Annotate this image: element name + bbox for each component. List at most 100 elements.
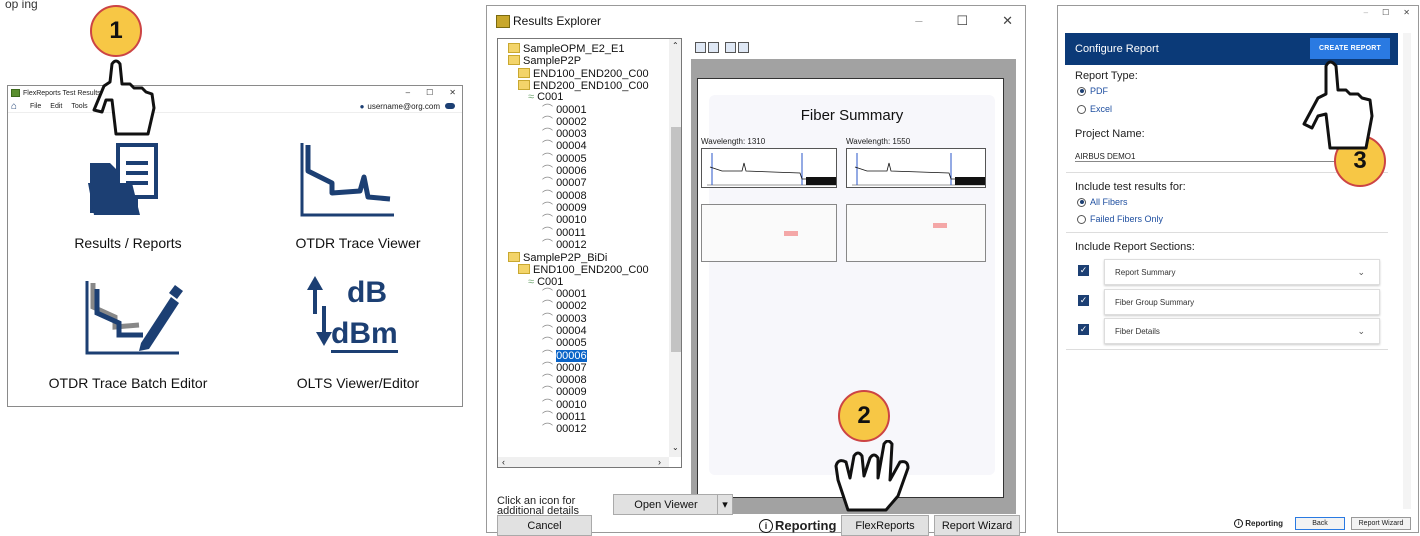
- open-viewer-button[interactable]: Open Viewer: [613, 494, 719, 515]
- tree-item[interactable]: ≈ C001: [528, 275, 564, 288]
- report-wizard-button[interactable]: Report Wizard: [1351, 516, 1411, 530]
- tree-item[interactable]: ⌒ 00012: [542, 239, 587, 251]
- tree-item[interactable]: ⌒ 00009: [542, 387, 587, 398]
- fit-width-icon[interactable]: [738, 42, 749, 53]
- maximize-button[interactable]: ☐: [426, 88, 433, 97]
- bottom-bar: i Reporting Back Report Wizard: [1066, 515, 1411, 531]
- checkbox-fiber-group-summary[interactable]: ✓: [1078, 295, 1089, 306]
- tile-otdr-trace-viewer[interactable]: OTDR Trace Viewer: [263, 131, 453, 261]
- results-tree[interactable]: ⌃ ⌄ ‹ › SampleOPM_E2_E1 SampleP2P END100_E…: [497, 38, 682, 468]
- minimize-button[interactable]: –: [406, 88, 410, 97]
- report-type-pdf[interactable]: PDF: [1077, 86, 1108, 96]
- tree-item-label: 00012: [556, 423, 587, 436]
- menu-file[interactable]: File: [30, 103, 41, 110]
- scroll-right-icon[interactable]: ›: [658, 457, 661, 467]
- close-button[interactable]: ✕: [449, 88, 456, 97]
- report-type-excel[interactable]: Excel: [1077, 104, 1112, 114]
- close-button[interactable]: ✕: [1002, 13, 1013, 29]
- trace-icon: ⌒: [542, 300, 557, 313]
- maximize-button[interactable]: ☐: [956, 13, 968, 29]
- open-viewer-dropdown[interactable]: ▾: [717, 494, 733, 515]
- tree-item-label: 00002: [556, 300, 587, 313]
- back-button[interactable]: Back: [1295, 516, 1345, 530]
- tile-results-reports[interactable]: Results / Reports: [33, 131, 223, 261]
- tree-item[interactable]: ⌒ 00008: [542, 375, 587, 386]
- tree-item[interactable]: ⌒ 00007: [542, 362, 587, 374]
- right-scrollbar[interactable]: [1403, 33, 1411, 509]
- section-fiber-details[interactable]: Fiber Details ⌄: [1104, 318, 1380, 344]
- section-report-summary[interactable]: Report Summary ⌄: [1104, 259, 1380, 285]
- tree-item[interactable]: END100_END200_C00: [518, 264, 649, 276]
- tree-item-label: 00011: [556, 411, 586, 423]
- tree-horizontal-scrollbar[interactable]: ‹ ›: [498, 457, 669, 467]
- tree-item[interactable]: END200_END100_C00: [518, 79, 649, 91]
- chevron-down-icon[interactable]: ⌄: [1357, 267, 1365, 278]
- tree-item[interactable]: ≈ C001: [528, 92, 563, 103]
- tree-item[interactable]: ⌒ 00001: [542, 104, 587, 116]
- include-failed-fibers[interactable]: Failed Fibers Only: [1077, 214, 1163, 224]
- user-account[interactable]: ● username@org.com: [360, 102, 440, 111]
- minimize-button[interactable]: –: [1364, 8, 1368, 17]
- tree-vertical-scrollbar[interactable]: ⌃ ⌄: [669, 39, 681, 457]
- project-name-value: AIRBUS DEMO1: [1075, 152, 1136, 161]
- include-all-fibers[interactable]: All Fibers: [1077, 197, 1128, 207]
- scroll-left-icon[interactable]: ‹: [502, 457, 505, 467]
- home-icon[interactable]: ⌂: [11, 101, 21, 111]
- folder-icon: [518, 79, 530, 90]
- tree-item[interactable]: ⌒ 00009: [542, 202, 587, 214]
- tree-item[interactable]: SampleP2P_BiDi: [508, 252, 607, 264]
- tree-item[interactable]: ⌒ 00002: [542, 116, 587, 128]
- checkbox-report-summary[interactable]: ✓: [1078, 265, 1089, 276]
- zoom-in-icon[interactable]: [708, 42, 719, 53]
- create-report-label: CREATE REPORT: [1319, 45, 1381, 52]
- trace-icon: ⌒: [542, 374, 557, 387]
- tree-item[interactable]: ⌒ 00004: [542, 141, 587, 152]
- option-label: PDF: [1090, 86, 1108, 96]
- tree-item[interactable]: ⌒ 00002: [542, 301, 587, 312]
- tree-item[interactable]: END100_END200_C00: [518, 67, 649, 79]
- tree-item[interactable]: ⌒ 00003: [542, 129, 587, 140]
- chevron-down-icon[interactable]: ⌄: [1357, 326, 1365, 337]
- create-report-button[interactable]: CREATE REPORT: [1310, 38, 1390, 59]
- tree-item[interactable]: ⌒ 00012: [542, 424, 587, 435]
- tree-item[interactable]: ⌒ 00006: [542, 166, 587, 177]
- checkbox-fiber-details[interactable]: ✓: [1078, 324, 1089, 335]
- tree-item[interactable]: SampleOPM_E2_E1: [508, 43, 625, 55]
- trace-icon: ⌒: [542, 288, 557, 300]
- tree-item-label: C001: [537, 91, 564, 104]
- trace-icon: ⌒: [542, 398, 557, 411]
- pointing-hand-icon: [834, 440, 910, 512]
- tree-item[interactable]: ⌒ 00011: [542, 412, 586, 423]
- report-title: Fiber Summary: [800, 107, 904, 124]
- minimize-button[interactable]: –: [915, 13, 922, 29]
- zoom-out-icon[interactable]: [695, 42, 706, 53]
- table-row-highlight: [933, 223, 947, 228]
- app-icon: [11, 89, 20, 97]
- scroll-down-icon[interactable]: ⌄: [672, 443, 679, 452]
- tile-olts-viewer-editor[interactable]: dB dBm OLTS Viewer/Editor: [263, 271, 453, 401]
- tree-item[interactable]: ⌒ 00001: [542, 289, 587, 300]
- scroll-thumb[interactable]: [671, 127, 681, 352]
- section-fiber-group-summary[interactable]: Fiber Group Summary: [1104, 289, 1380, 315]
- tree-item[interactable]: ⌒ 00010: [542, 398, 587, 411]
- tree-item[interactable]: ⌒ 00010: [542, 215, 587, 226]
- fit-page-icon[interactable]: [725, 42, 736, 53]
- tree-item[interactable]: ⌒ 00005: [542, 153, 587, 165]
- tree-item[interactable]: SampleP2P: [508, 55, 581, 67]
- tree-item[interactable]: ⌒ 00008: [542, 190, 587, 202]
- tree-item[interactable]: ⌒ 00011: [542, 227, 586, 239]
- cloud-icon[interactable]: [445, 103, 455, 109]
- tree-item[interactable]: ⌒ 00004: [542, 325, 587, 337]
- tree-item-label: C001: [537, 275, 564, 288]
- menu-edit[interactable]: Edit: [50, 103, 62, 110]
- tree-item[interactable]: ⌒ 00005: [542, 338, 587, 349]
- maximize-button[interactable]: ☐: [1382, 8, 1389, 17]
- scroll-up-icon[interactable]: ⌃: [672, 41, 679, 50]
- tree-item[interactable]: ⌒ 00006: [542, 349, 587, 362]
- close-button[interactable]: ✕: [1403, 8, 1410, 17]
- title-bar: FlexReports Test Results: [8, 86, 462, 100]
- tile-otdr-trace-batch-editor[interactable]: OTDR Trace Batch Editor: [33, 271, 223, 401]
- otdr-trace-icon: [300, 143, 394, 217]
- tree-item[interactable]: ⌒ 00003: [542, 313, 587, 325]
- tree-item[interactable]: ⌒ 00007: [542, 178, 587, 189]
